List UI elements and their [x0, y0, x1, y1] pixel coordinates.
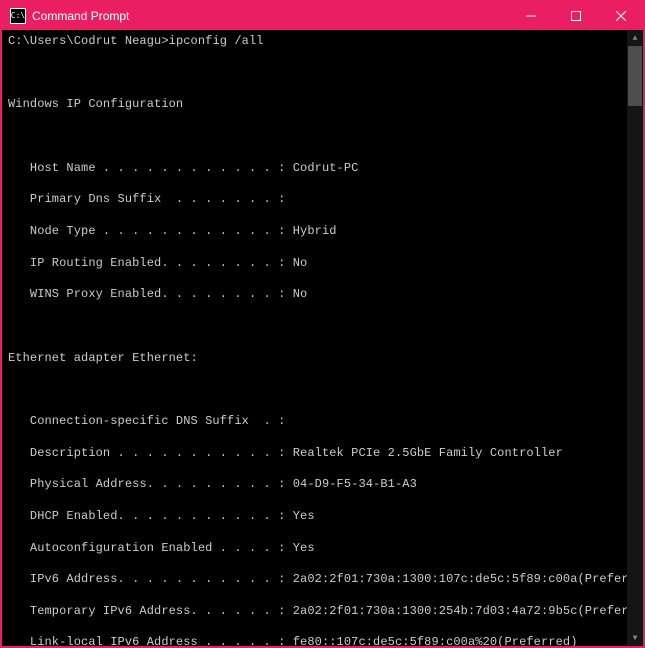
- window-controls: [508, 2, 643, 30]
- cmd-icon: C:\: [10, 8, 26, 24]
- minimize-icon: [526, 11, 536, 21]
- prompt-path: C:\Users\Codrut Neagu>: [8, 34, 169, 48]
- node-type-line: Node Type . . . . . . . . . . . . : Hybr…: [8, 224, 627, 240]
- section-header-ethernet: Ethernet adapter Ethernet:: [8, 351, 627, 367]
- eth-desc-line: Description . . . . . . . . . . . : Real…: [8, 446, 627, 462]
- maximize-icon: [571, 11, 581, 21]
- eth-ipv6-line: IPv6 Address. . . . . . . . . . . : 2a02…: [8, 572, 627, 588]
- eth-ipv6-temp-line: Temporary IPv6 Address. . . . . . : 2a02…: [8, 604, 627, 620]
- eth-ipv6-ll-line: Link-local IPv6 Address . . . . . : fe80…: [8, 635, 627, 646]
- blank: [8, 66, 627, 82]
- scroll-up-arrow-icon[interactable]: ▲: [627, 30, 643, 46]
- eth-conn-dns-line: Connection-specific DNS Suffix . :: [8, 414, 627, 430]
- primary-dns-line: Primary Dns Suffix . . . . . . . :: [8, 192, 627, 208]
- maximize-button[interactable]: [553, 2, 598, 30]
- eth-dhcp-en-line: DHCP Enabled. . . . . . . . . . . : Yes: [8, 509, 627, 525]
- scroll-down-arrow-icon[interactable]: ▼: [627, 630, 643, 646]
- terminal-area: C:\Users\Codrut Neagu>ipconfig /all Wind…: [2, 30, 643, 646]
- host-name-line: Host Name . . . . . . . . . . . . : Codr…: [8, 161, 627, 177]
- close-button[interactable]: [598, 2, 643, 30]
- wins-proxy-line: WINS Proxy Enabled. . . . . . . . : No: [8, 287, 627, 303]
- window-title: Command Prompt: [32, 9, 508, 23]
- blank: [8, 319, 627, 335]
- ip-routing-line: IP Routing Enabled. . . . . . . . : No: [8, 256, 627, 272]
- scrollbar-thumb[interactable]: [628, 46, 642, 106]
- prompt-line: C:\Users\Codrut Neagu>ipconfig /all: [8, 34, 627, 50]
- blank: [8, 382, 627, 398]
- terminal-output[interactable]: C:\Users\Codrut Neagu>ipconfig /all Wind…: [2, 30, 627, 646]
- eth-autoconf-line: Autoconfiguration Enabled . . . . : Yes: [8, 541, 627, 557]
- blank: [8, 129, 627, 145]
- vertical-scrollbar[interactable]: ▲ ▼: [627, 30, 643, 646]
- eth-phys-line: Physical Address. . . . . . . . . : 04-D…: [8, 477, 627, 493]
- section-header-ipconfig: Windows IP Configuration: [8, 97, 627, 113]
- window-titlebar: C:\ Command Prompt: [2, 2, 643, 30]
- minimize-button[interactable]: [508, 2, 553, 30]
- close-icon: [616, 11, 626, 21]
- prompt-command: ipconfig /all: [169, 34, 264, 48]
